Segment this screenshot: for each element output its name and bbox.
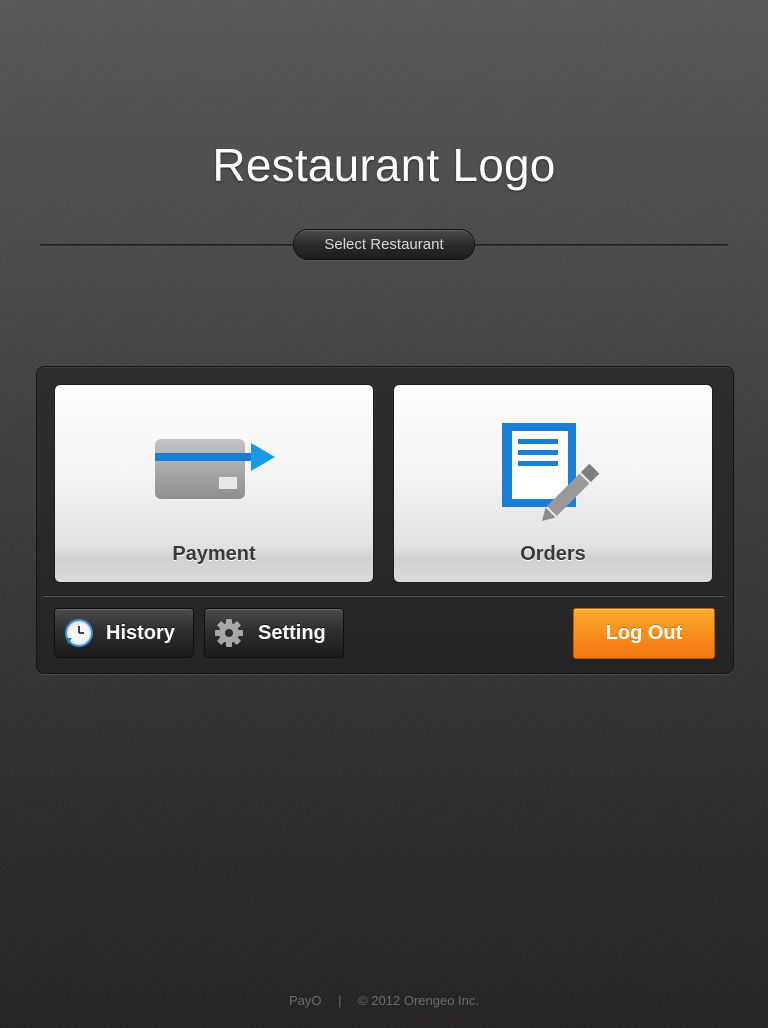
footer-copyright: © 2012 Orengeo Inc. <box>358 993 480 1008</box>
log-out-button[interactable]: Log Out <box>573 608 715 659</box>
payment-tile[interactable]: Payment <box>54 384 374 583</box>
history-label: History <box>106 622 175 644</box>
setting-label: Setting <box>258 622 326 644</box>
select-restaurant-button[interactable]: Select Restaurant <box>293 229 475 260</box>
history-button[interactable]: History <box>54 608 194 658</box>
clock-icon <box>63 618 95 653</box>
footer-separator: | <box>338 993 342 1008</box>
setting-button[interactable]: Setting <box>204 608 344 658</box>
gear-icon <box>213 618 245 653</box>
main-menu-panel: Payment Orders History Setting Log Out <box>36 366 734 674</box>
credit-card-arrow-icon <box>153 437 277 508</box>
restaurant-logo: Restaurant Logo <box>212 139 556 191</box>
orders-tile[interactable]: Orders <box>393 384 713 583</box>
orders-label: Orders <box>520 543 586 565</box>
footer: PayO | © 2012 Orengeo Inc. <box>0 993 768 1008</box>
footer-brand: PayO <box>288 993 322 1008</box>
panel-divider <box>43 595 725 597</box>
payment-label: Payment <box>172 543 256 565</box>
document-pencil-icon <box>502 423 606 528</box>
